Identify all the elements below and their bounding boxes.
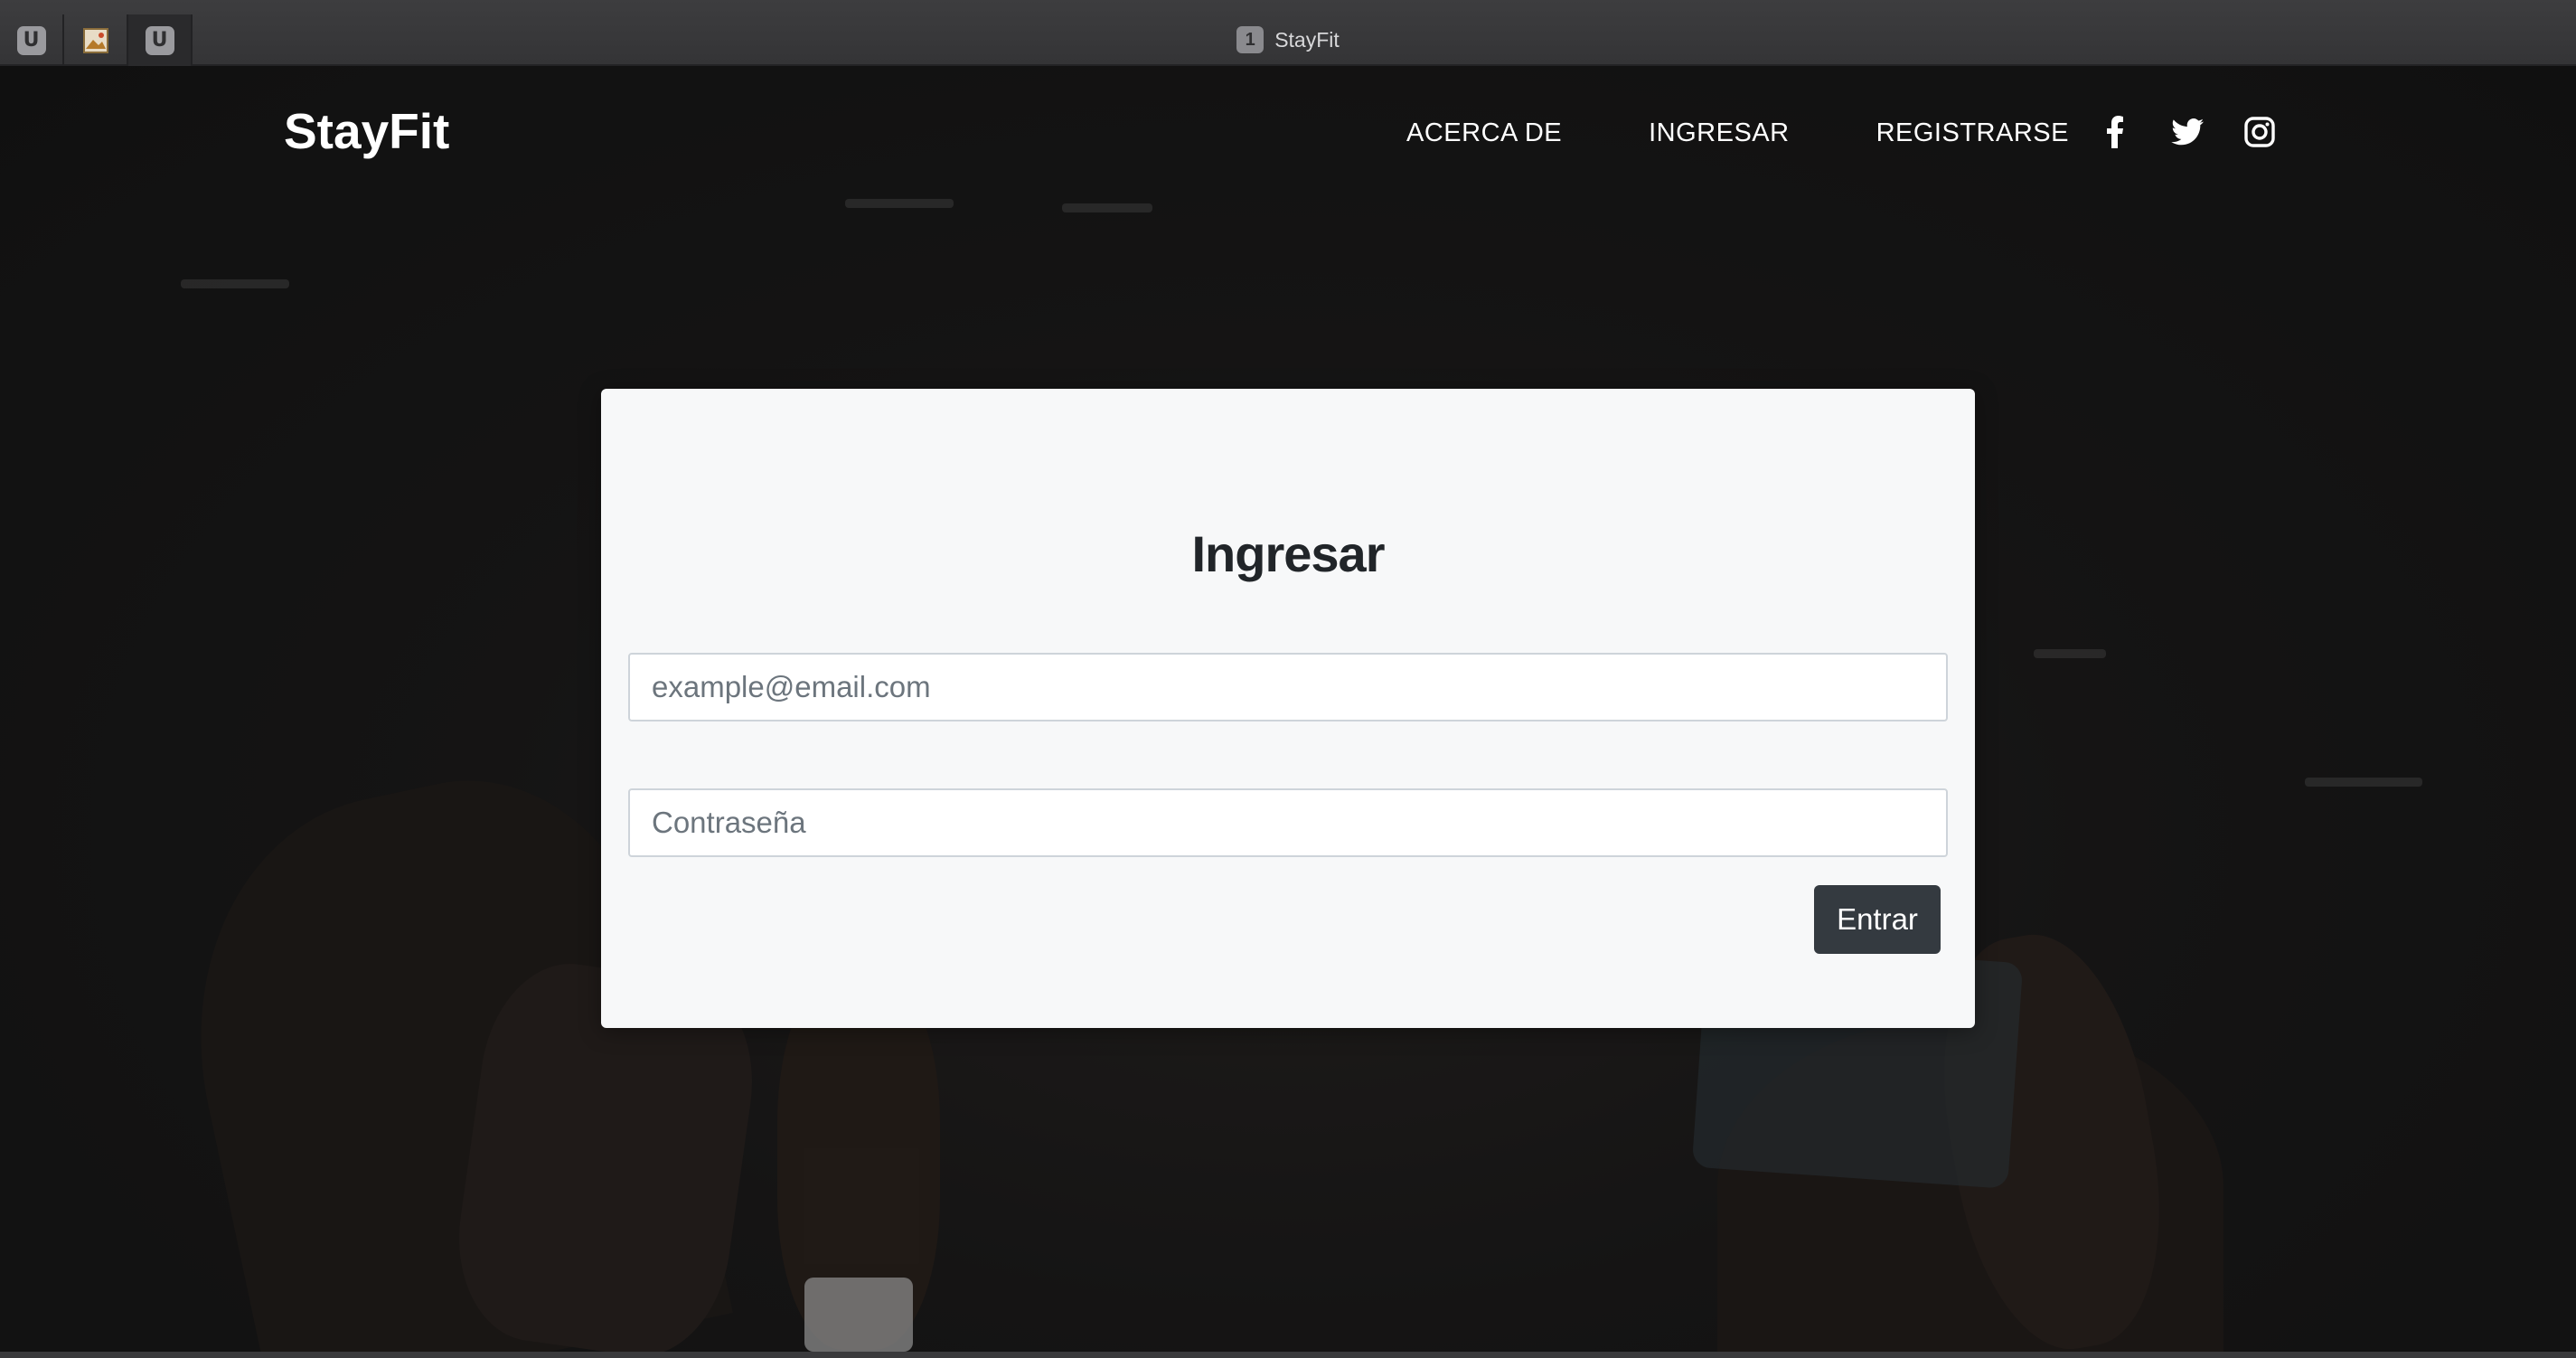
browser-chrome: U U 1 StayFit bbox=[0, 0, 2576, 66]
email-field[interactable] bbox=[628, 653, 1948, 721]
submit-login-button[interactable]: Entrar bbox=[1814, 885, 1941, 954]
navbar: StayFit ACERCA DE INGRESAR REGISTRARSE bbox=[0, 66, 2576, 202]
nav-links: ACERCA DE INGRESAR REGISTRARSE bbox=[1406, 118, 2069, 148]
nav-link-login[interactable]: INGRESAR bbox=[1649, 118, 1789, 148]
twitter-icon[interactable] bbox=[2169, 114, 2205, 150]
window-number-badge: 1 bbox=[1236, 26, 1264, 53]
facebook-icon[interactable] bbox=[2097, 114, 2133, 150]
page-viewport: StayFit ACERCA DE INGRESAR REGISTRARSE I bbox=[0, 66, 2576, 1352]
password-field[interactable] bbox=[628, 788, 1948, 857]
instagram-icon[interactable] bbox=[2242, 114, 2278, 150]
login-title: Ingresar bbox=[1191, 525, 1386, 582]
window-bottom-edge bbox=[0, 1352, 2576, 1358]
nav-link-about[interactable]: ACERCA DE bbox=[1406, 118, 1562, 148]
brand-logo[interactable]: StayFit bbox=[284, 102, 449, 160]
login-card: Ingresar Entrar bbox=[601, 389, 1975, 1028]
social-links bbox=[2097, 114, 2278, 150]
window-title: 1 StayFit bbox=[0, 26, 2576, 53]
nav-link-register[interactable]: REGISTRARSE bbox=[1876, 118, 2069, 148]
window-title-text: StayFit bbox=[1274, 27, 1340, 52]
